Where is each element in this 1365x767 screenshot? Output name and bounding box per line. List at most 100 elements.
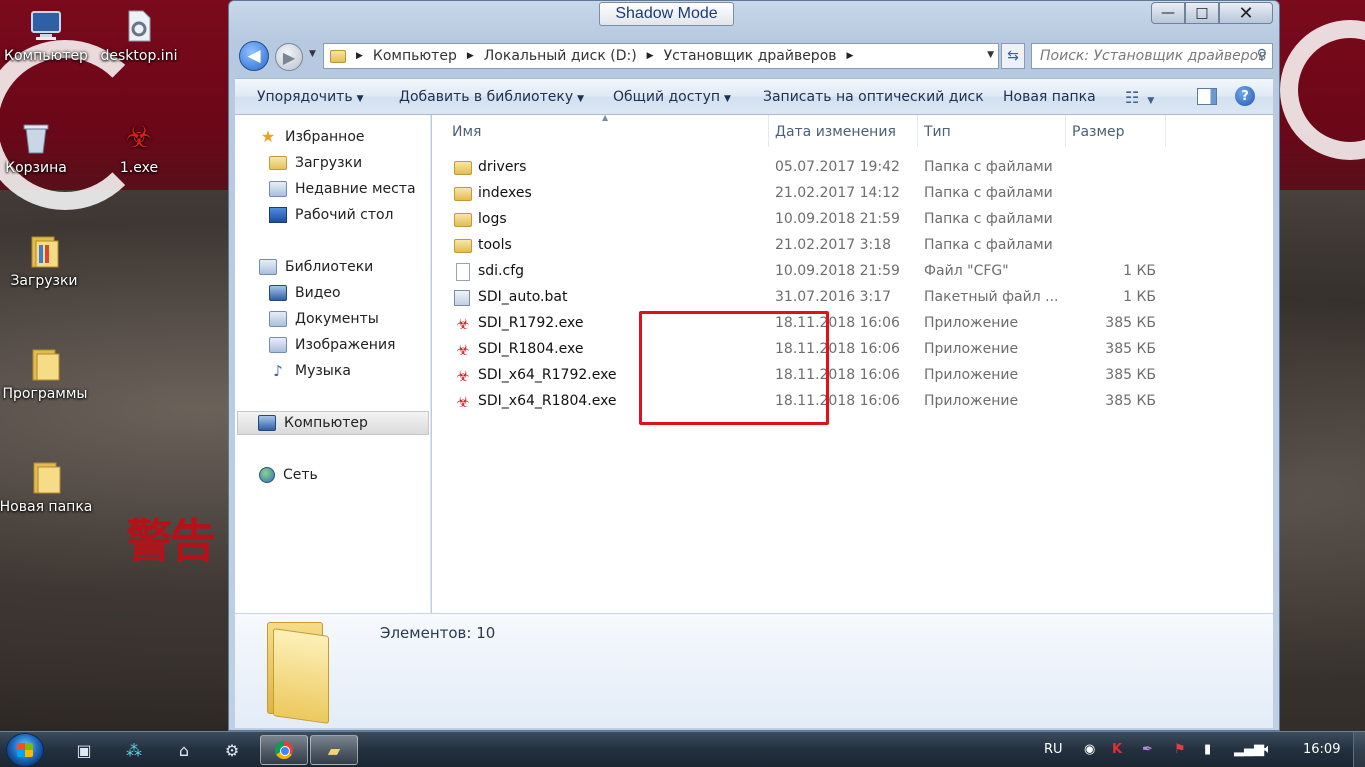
language-indicator[interactable]: RU: [1044, 742, 1063, 757]
action-center-icon[interactable]: ⚑: [1174, 742, 1186, 757]
back-button[interactable]: ◀: [239, 41, 269, 71]
signal-icon[interactable]: ▂▄▆: [1234, 742, 1264, 757]
video-library-icon: [269, 285, 287, 301]
desktop-icon-label: Загрузки: [10, 273, 78, 289]
folder-icon: [265, 622, 329, 724]
kaspersky-icon: K: [1112, 742, 1123, 757]
organize-button[interactable]: Упорядочить ▼: [257, 89, 364, 105]
column-label: Дата изменения: [775, 124, 896, 140]
file-row[interactable]: drivers 05.07.2017 19:42 Папка с файлами: [432, 155, 1273, 181]
folder-icon: [454, 239, 472, 253]
recycle-bin-icon: [18, 120, 54, 156]
column-header-size[interactable]: Размер: [1066, 115, 1166, 147]
chevron-right-icon[interactable]: ▶: [643, 51, 658, 61]
file-row[interactable]: ☣ SDI_R1804.exe 18.11.2018 16:06 Приложе…: [432, 337, 1273, 363]
refresh-button[interactable]: ⇆: [1001, 43, 1025, 69]
minimize-button[interactable]: —: [1151, 2, 1185, 24]
file-row[interactable]: ☣ SDI_x64_R1804.exe 18.11.2018 16:06 При…: [432, 389, 1273, 415]
file-row[interactable]: indexes 21.02.2017 14:12 Папка с файлами: [432, 181, 1273, 207]
desktop-icon-downloads[interactable]: Загрузки: [0, 233, 92, 289]
taskbar-app-3[interactable]: ⌂: [164, 735, 204, 765]
breadcrumb-drive-d[interactable]: Локальный диск (D:): [478, 48, 643, 64]
maximize-button[interactable]: □: [1185, 2, 1219, 24]
nav-libraries[interactable]: Библиотеки: [259, 259, 373, 275]
column-label: Имя: [452, 124, 482, 140]
file-name: SDI_x64_R1804.exe: [478, 393, 617, 409]
file-row[interactable]: SDI_auto.bat 31.07.2016 3:17 Пакетный фа…: [432, 285, 1273, 311]
battery-icon[interactable]: ▮: [1204, 742, 1211, 757]
file-size: 1 КБ: [1123, 289, 1156, 305]
new-folder-button[interactable]: Новая папка: [1003, 89, 1096, 105]
nav-pictures[interactable]: Изображения: [269, 337, 395, 353]
chevron-right-icon[interactable]: ▶: [843, 51, 858, 61]
file-date: 05.07.2017 19:42: [775, 159, 900, 175]
taskbar-chrome[interactable]: [260, 735, 308, 765]
tray-icon-3[interactable]: ✒: [1142, 742, 1153, 757]
nav-recent-places[interactable]: Недавние места: [269, 181, 416, 197]
gear-icon: ⚙: [224, 740, 240, 760]
view-options-button[interactable]: ☷ ▼: [1125, 88, 1154, 107]
taskbar-app-1[interactable]: ▣: [64, 735, 104, 765]
volume-icon[interactable]: 🔈︎: [1264, 742, 1272, 757]
computer-icon: [258, 415, 276, 431]
folder-icon: [454, 161, 472, 175]
biohazard-icon: ☣: [456, 315, 470, 333]
tray-icon-1[interactable]: ◉: [1084, 742, 1095, 757]
start-button[interactable]: [6, 733, 44, 767]
file-row[interactable]: tools 21.02.2017 3:18 Папка с файлами: [432, 233, 1273, 259]
column-header-date[interactable]: Дата изменения: [769, 115, 918, 147]
search-placeholder: Поиск: Установщик драйверов: [1040, 48, 1267, 64]
preview-pane-toggle[interactable]: [1197, 88, 1217, 105]
chevron-down-icon: ▼: [577, 94, 585, 104]
desktop-icon-1-exe[interactable]: ☣ 1.exe: [91, 120, 187, 176]
address-history-dropdown[interactable]: ▼: [987, 50, 994, 60]
add-to-library-button[interactable]: Добавить в библиотеку ▼: [399, 89, 584, 105]
search-input[interactable]: Поиск: Установщик драйверов ⚲: [1031, 43, 1273, 69]
desktop-icon-computer[interactable]: Компьютер: [0, 8, 94, 64]
desktop-icon-desktop-ini[interactable]: desktop.ini: [91, 8, 187, 64]
chevron-right-icon[interactable]: ▶: [352, 51, 367, 61]
taskbar-explorer[interactable]: ▰: [310, 735, 358, 765]
taskbar-app-4[interactable]: ⚙: [212, 735, 252, 765]
burn-disc-button[interactable]: Записать на оптический диск: [763, 89, 984, 105]
nav-label: Загрузки: [295, 155, 363, 171]
column-header-name[interactable]: ▲ Имя: [432, 113, 769, 147]
nav-music[interactable]: ♪ Музыка: [269, 363, 351, 379]
taskbar-app-2[interactable]: ⁂: [114, 735, 154, 765]
breadcrumb-computer[interactable]: Компьютер: [367, 48, 463, 64]
biohazard-icon: ☣: [456, 393, 470, 411]
nav-downloads[interactable]: Загрузки: [269, 155, 362, 171]
nav-label: Недавние места: [295, 181, 416, 197]
file-name: sdi.cfg: [478, 263, 525, 279]
monitor-icon: ▣: [76, 740, 92, 760]
nav-favorites[interactable]: ★ Избранное: [259, 129, 365, 146]
nav-computer[interactable]: Компьютер: [237, 411, 429, 435]
nav-desktop[interactable]: Рабочий стол: [269, 207, 394, 223]
tray-icon-antivirus[interactable]: K: [1112, 742, 1122, 757]
file-row[interactable]: sdi.cfg 10.09.2018 21:59 Файл "CFG" 1 КБ: [432, 259, 1273, 285]
file-type: Приложение: [924, 341, 1019, 357]
clock[interactable]: 16:09: [1303, 742, 1340, 757]
nav-network[interactable]: Сеть: [259, 467, 318, 483]
nav-documents[interactable]: Документы: [269, 311, 379, 327]
file-row[interactable]: ☣ SDI_R1792.exe 18.11.2018 16:06 Приложе…: [432, 311, 1273, 337]
desktop-icon-programs[interactable]: Программы: [0, 346, 93, 402]
desktop-icon-new-folder[interactable]: Новая папка: [0, 459, 94, 515]
chevron-right-icon[interactable]: ▶: [463, 51, 478, 61]
file-row[interactable]: logs 10.09.2018 21:59 Папка с файлами: [432, 207, 1273, 233]
forward-button[interactable]: ▶: [275, 43, 303, 71]
search-icon[interactable]: ⚲: [1257, 47, 1267, 63]
help-button[interactable]: ?: [1235, 86, 1255, 106]
file-size: 1 КБ: [1123, 263, 1156, 279]
recent-pages-dropdown[interactable]: ▼: [309, 49, 316, 59]
nav-video[interactable]: Видео: [269, 285, 341, 301]
address-bar[interactable]: ▶ Компьютер ▶ Локальный диск (D:) ▶ Уста…: [323, 43, 999, 69]
column-header-type[interactable]: Тип: [918, 115, 1066, 147]
breadcrumb-installer-folder[interactable]: Установщик драйверов: [658, 48, 843, 64]
share-button[interactable]: Общий доступ ▼: [613, 89, 731, 105]
list-view-icon: ☷: [1125, 88, 1140, 107]
file-row[interactable]: ☣ SDI_x64_R1792.exe 18.11.2018 16:06 При…: [432, 363, 1273, 389]
close-button[interactable]: ✕: [1219, 2, 1273, 24]
show-desktop-button[interactable]: [1353, 732, 1365, 767]
desktop-icon-recycle-bin[interactable]: Корзина: [0, 120, 84, 176]
